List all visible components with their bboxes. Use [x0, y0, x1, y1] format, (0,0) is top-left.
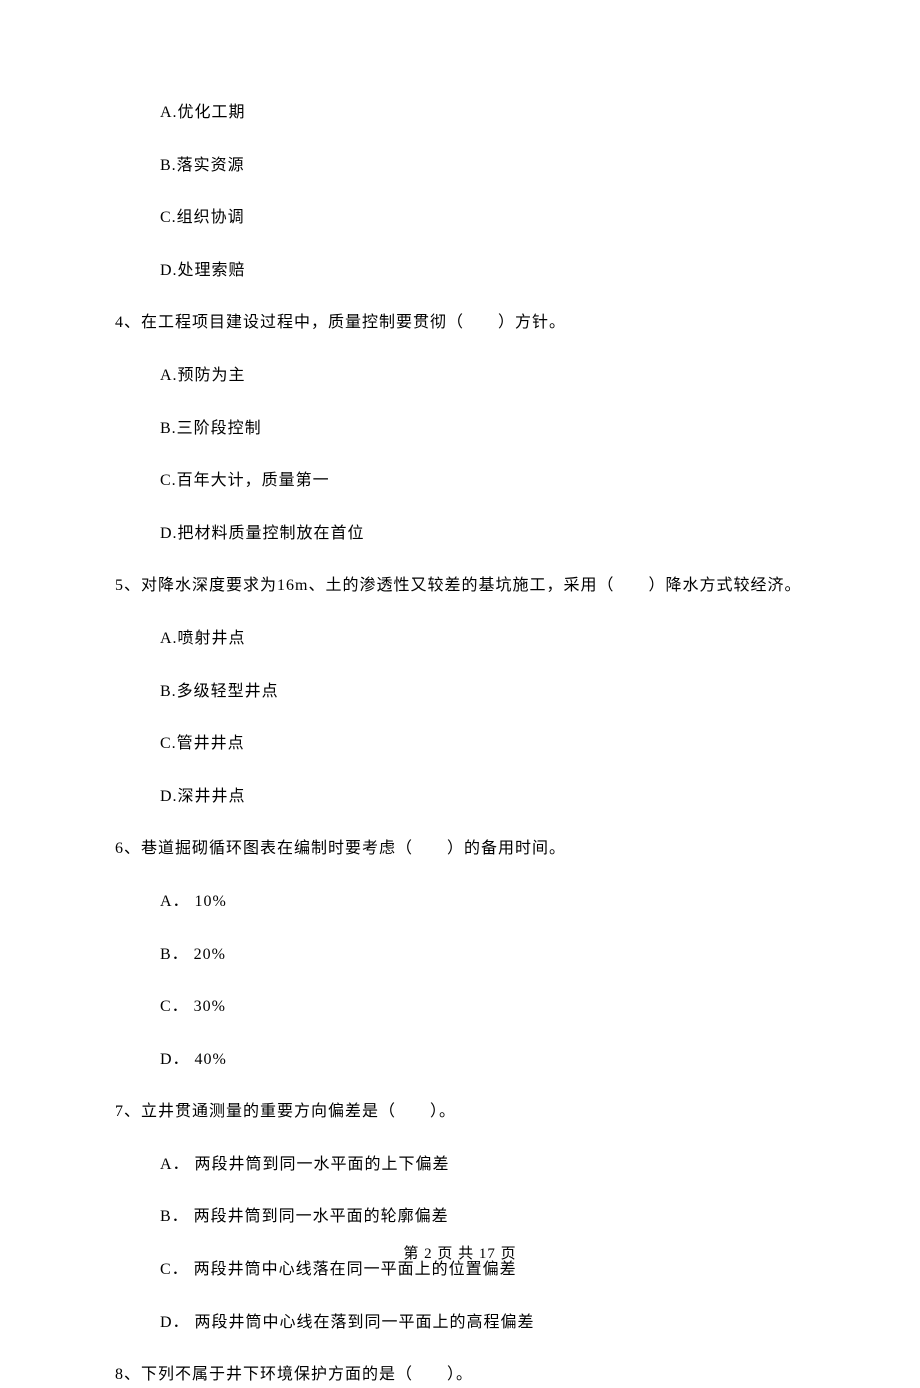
option-text: B． 20%	[160, 942, 805, 968]
option-text: B.三阶段控制	[160, 416, 805, 442]
option-text: C.百年大计，质量第一	[160, 468, 805, 494]
question-7-stem: 7、立井贯通测量的重要方向偏差是（ ）。	[115, 1099, 805, 1125]
page-footer: 第 2 页 共 17 页	[0, 1242, 920, 1263]
option-text: D． 40%	[160, 1047, 805, 1073]
option-text: B.落实资源	[160, 153, 805, 179]
option-text: B.多级轻型井点	[160, 679, 805, 705]
option-text: D.把材料质量控制放在首位	[160, 521, 805, 547]
option-text: A.喷射井点	[160, 626, 805, 652]
option-text: D.深井井点	[160, 784, 805, 810]
option-text: D.处理索赔	[160, 258, 805, 284]
question-6-stem: 6、巷道掘砌循环图表在编制时要考虑（ ）的备用时间。	[115, 836, 805, 862]
option-text: A． 10%	[160, 889, 805, 915]
option-text: A． 两段井筒到同一水平面的上下偏差	[160, 1152, 805, 1178]
option-text: C.管井井点	[160, 731, 805, 757]
option-text: C． 30%	[160, 994, 805, 1020]
option-text: A.预防为主	[160, 363, 805, 389]
question-4-stem: 4、在工程项目建设过程中，质量控制要贯彻（ ）方针。	[115, 310, 805, 336]
question-8-stem: 8、下列不属于井下环境保护方面的是（ ）。	[115, 1362, 805, 1388]
option-text: D． 两段井筒中心线在落到同一平面上的高程偏差	[160, 1310, 805, 1336]
option-text: A.优化工期	[160, 100, 805, 126]
option-text: B． 两段井筒到同一水平面的轮廓偏差	[160, 1204, 805, 1230]
option-text: C.组织协调	[160, 205, 805, 231]
document-page: A.优化工期 B.落实资源 C.组织协调 D.处理索赔 4、在工程项目建设过程中…	[0, 0, 920, 1388]
question-5-stem: 5、对降水深度要求为16m、土的渗透性又较差的基坑施工，采用（ ）降水方式较经济…	[115, 573, 805, 599]
